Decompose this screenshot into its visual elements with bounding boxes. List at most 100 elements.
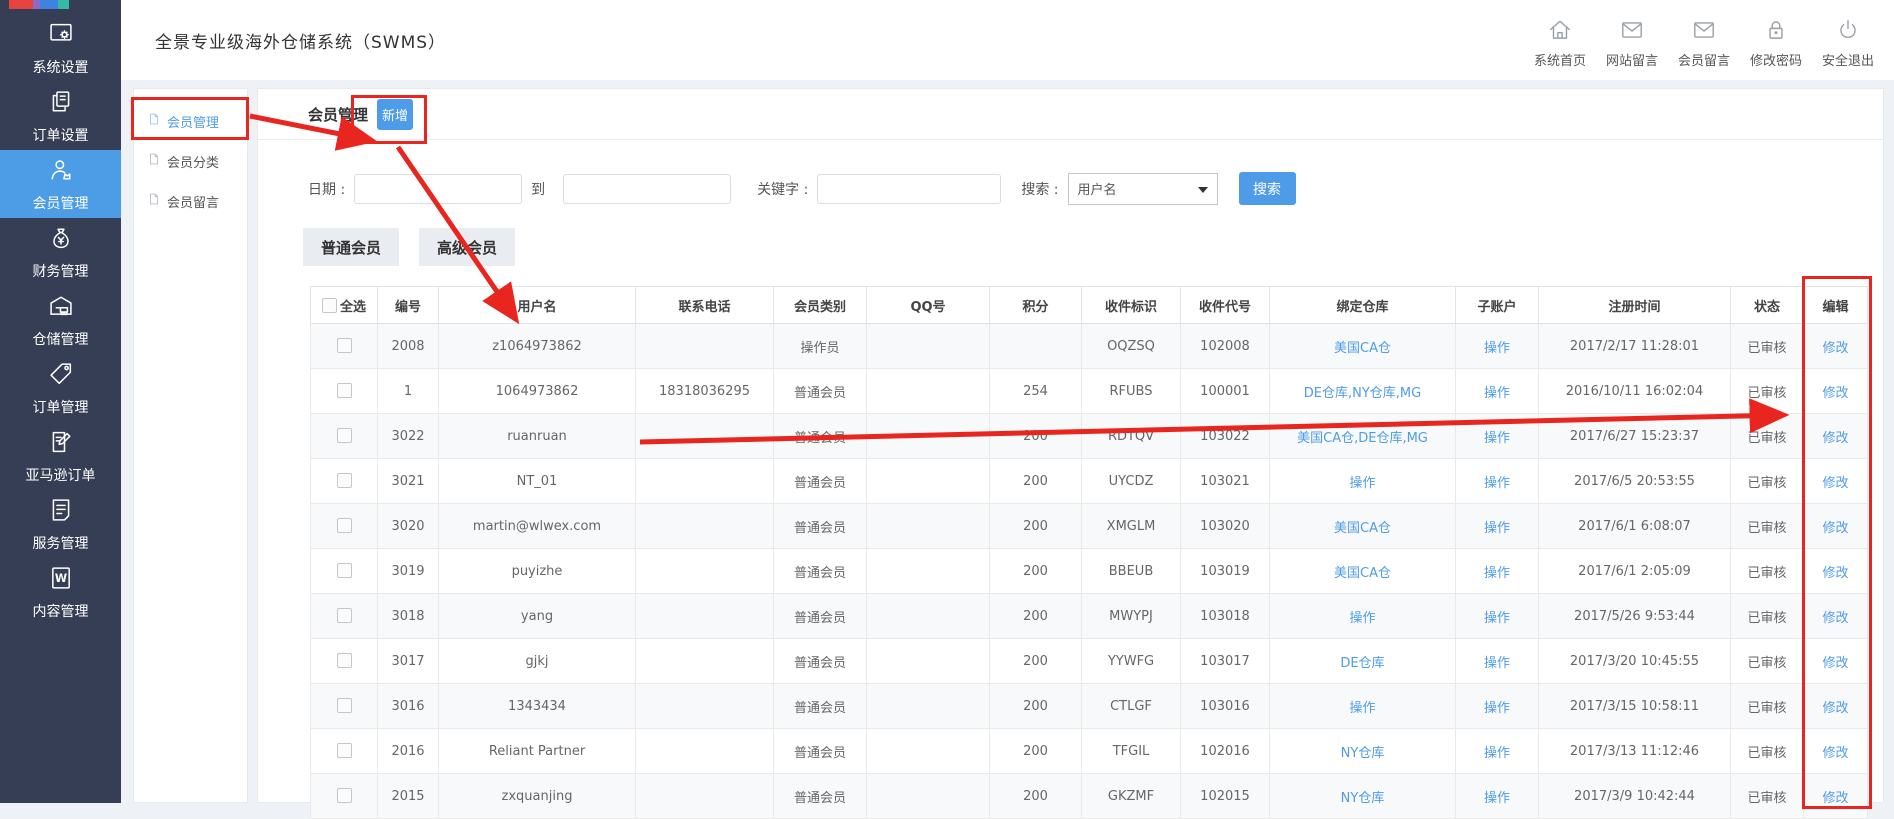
sidebar-item-3[interactable]: 财务管理 bbox=[0, 218, 121, 286]
cell-recv-code: YYWFG bbox=[1082, 639, 1181, 684]
edit-link[interactable]: 修改 bbox=[1822, 476, 1848, 491]
cell-register-time: 2017/6/1 2:05:09 bbox=[1539, 549, 1731, 594]
cell-recv-code: CTLGF bbox=[1082, 684, 1181, 729]
select-all-checkbox[interactable] bbox=[322, 298, 337, 313]
row-checkbox[interactable] bbox=[337, 338, 352, 353]
row-checkbox[interactable] bbox=[337, 608, 352, 623]
date-to-input[interactable] bbox=[563, 174, 731, 204]
warehouse-link[interactable]: NY仓库 bbox=[1341, 791, 1385, 806]
sub-account-link[interactable]: 操作 bbox=[1484, 566, 1510, 581]
row-checkbox[interactable] bbox=[337, 518, 352, 533]
row-checkbox[interactable] bbox=[337, 383, 352, 398]
cell-select bbox=[311, 504, 378, 549]
warehouse-link[interactable]: 操作 bbox=[1349, 611, 1375, 626]
edit-link[interactable]: 修改 bbox=[1822, 701, 1848, 716]
sidebar-item-2[interactable]: 会员管理 bbox=[0, 150, 121, 218]
edit-link[interactable]: 修改 bbox=[1822, 386, 1848, 401]
subsidebar-item-2[interactable]: 会员留言 bbox=[134, 181, 247, 221]
edit-link[interactable]: 修改 bbox=[1822, 656, 1848, 671]
cell-phone bbox=[636, 774, 774, 819]
mail-icon bbox=[1691, 17, 1717, 47]
topnav-item-label: 安全退出 bbox=[1822, 50, 1874, 69]
topnav-item-label: 修改密码 bbox=[1750, 50, 1802, 69]
warehouse-link[interactable]: 美国CA仓,DE仓库,MG bbox=[1297, 431, 1428, 446]
sidebar-item-0[interactable]: 系统设置 bbox=[0, 14, 121, 82]
topnav-item-1[interactable]: 网站留言 bbox=[1600, 17, 1664, 69]
sidebar-item-4[interactable]: 仓储管理 bbox=[0, 286, 121, 354]
cell-sub-account: 操作 bbox=[1456, 729, 1539, 774]
sidebar-item-7[interactable]: 服务管理 bbox=[0, 490, 121, 558]
cell-member-type: 普通会员 bbox=[774, 684, 867, 729]
warehouse-link[interactable]: 操作 bbox=[1349, 701, 1375, 716]
subsidebar-item-1[interactable]: 会员分类 bbox=[134, 141, 247, 181]
tab-premium-members[interactable]: 高级会员 bbox=[419, 228, 515, 266]
add-button[interactable]: 新增 bbox=[377, 99, 413, 130]
subsidebar-item-0[interactable]: 会员管理 bbox=[134, 101, 247, 141]
cell-select bbox=[311, 549, 378, 594]
row-checkbox[interactable] bbox=[337, 788, 352, 803]
row-checkbox[interactable] bbox=[337, 563, 352, 578]
sidebar-item-5[interactable]: 订单管理 bbox=[0, 354, 121, 422]
row-checkbox[interactable] bbox=[337, 473, 352, 488]
date-from-input[interactable] bbox=[354, 174, 522, 204]
table-header-row: 全选编号用户名联系电话会员类别QQ号积分收件标识收件代号绑定仓库子账户注册时间状… bbox=[311, 287, 1868, 324]
sub-account-link[interactable]: 操作 bbox=[1484, 476, 1510, 491]
subsidebar-item-label: 会员留言 bbox=[167, 192, 219, 211]
tab-normal-members[interactable]: 普通会员 bbox=[303, 228, 399, 266]
sub-account-link[interactable]: 操作 bbox=[1484, 701, 1510, 716]
warehouse-link[interactable]: DE仓库,NY仓库,MG bbox=[1304, 386, 1421, 401]
edit-link[interactable]: 修改 bbox=[1822, 566, 1848, 581]
sub-account-link[interactable]: 操作 bbox=[1484, 431, 1510, 446]
search-type-select[interactable]: 用户名 bbox=[1068, 173, 1218, 205]
topnav-item-3[interactable]: 修改密码 bbox=[1744, 17, 1808, 69]
edit-link[interactable]: 修改 bbox=[1822, 521, 1848, 536]
sidebar-item-1[interactable]: 订单设置 bbox=[0, 82, 121, 150]
cell-warehouse: NY仓库 bbox=[1270, 774, 1456, 819]
column-header-11: 注册时间 bbox=[1539, 287, 1731, 324]
warehouse-link[interactable]: NY仓库 bbox=[1341, 746, 1385, 761]
warehouse-link[interactable]: 美国CA仓 bbox=[1334, 566, 1391, 581]
table-row: 1106497386218318036295普通会员254RFUBS100001… bbox=[311, 369, 1868, 414]
row-checkbox[interactable] bbox=[337, 698, 352, 713]
topnav-item-2[interactable]: 会员留言 bbox=[1672, 17, 1736, 69]
row-checkbox[interactable] bbox=[337, 743, 352, 758]
column-header-label: 积分 bbox=[1022, 300, 1048, 315]
sidebar-item-8[interactable]: W内容管理 bbox=[0, 558, 121, 626]
cell-recv-number: 103017 bbox=[1181, 639, 1270, 684]
topnav-item-4[interactable]: 安全退出 bbox=[1816, 17, 1880, 69]
cell-select bbox=[311, 459, 378, 504]
cell-status: 已审核 bbox=[1731, 549, 1804, 594]
cell-id: 3018 bbox=[378, 594, 439, 639]
sub-account-link[interactable]: 操作 bbox=[1484, 521, 1510, 536]
row-checkbox[interactable] bbox=[337, 653, 352, 668]
sub-account-link[interactable]: 操作 bbox=[1484, 386, 1510, 401]
cell-recv-code: OQZSQ bbox=[1082, 324, 1181, 369]
cell-recv-code: TFGIL bbox=[1082, 729, 1181, 774]
column-header-8: 收件代号 bbox=[1181, 287, 1270, 324]
sub-account-link[interactable]: 操作 bbox=[1484, 791, 1510, 806]
table-row: 2008z1064973862操作员OQZSQ102008美国CA仓操作2017… bbox=[311, 324, 1868, 369]
sub-account-link[interactable]: 操作 bbox=[1484, 656, 1510, 671]
edit-link[interactable]: 修改 bbox=[1822, 341, 1848, 356]
edit-link[interactable]: 修改 bbox=[1822, 611, 1848, 626]
cell-username: 1343434 bbox=[439, 684, 636, 729]
cell-recv-code: BBEUB bbox=[1082, 549, 1181, 594]
column-header-label: QQ号 bbox=[910, 300, 945, 315]
warehouse-link[interactable]: 美国CA仓 bbox=[1334, 521, 1391, 536]
search-button[interactable]: 搜索 bbox=[1239, 172, 1296, 205]
warehouse-link[interactable]: 操作 bbox=[1349, 476, 1375, 491]
edit-link[interactable]: 修改 bbox=[1822, 431, 1848, 446]
warehouse-link[interactable]: 美国CA仓 bbox=[1334, 341, 1391, 356]
edit-link[interactable]: 修改 bbox=[1822, 791, 1848, 806]
warehouse-link[interactable]: DE仓库 bbox=[1340, 656, 1384, 671]
sub-account-link[interactable]: 操作 bbox=[1484, 746, 1510, 761]
keyword-input[interactable] bbox=[817, 174, 1001, 204]
edit-link[interactable]: 修改 bbox=[1822, 746, 1848, 761]
cell-edit: 修改 bbox=[1804, 684, 1868, 729]
sub-account-link[interactable]: 操作 bbox=[1484, 611, 1510, 626]
topnav-item-0[interactable]: 系统首页 bbox=[1528, 17, 1592, 69]
sub-account-link[interactable]: 操作 bbox=[1484, 341, 1510, 356]
cell-phone bbox=[636, 684, 774, 729]
sidebar-item-6[interactable]: 亚马逊订单 bbox=[0, 422, 121, 490]
row-checkbox[interactable] bbox=[337, 428, 352, 443]
